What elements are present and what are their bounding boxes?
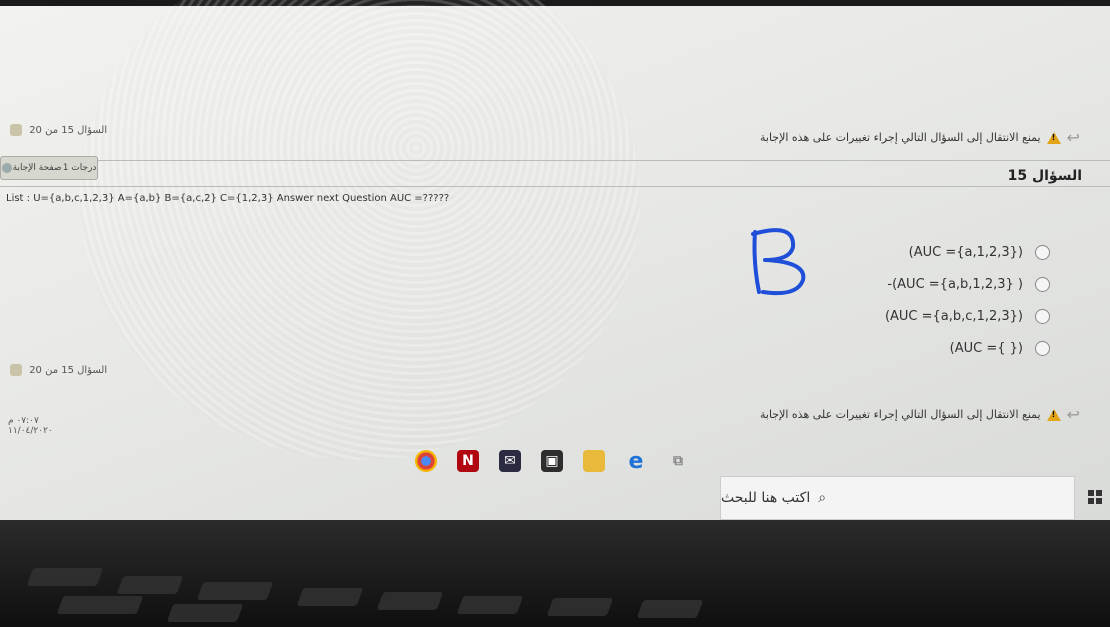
option-label: -(AUC ={a,b,1,2,3} ) [887,276,1023,292]
keyboard-key [166,604,244,622]
back-arrow-icon[interactable]: ↩ [1067,128,1080,147]
points-tab[interactable]: صفحة الإجابة 1 درجات [0,156,98,180]
keyboard-key [296,588,364,606]
warning-text: يمنع الانتقال إلى السؤال التالي إجراء تغ… [759,131,1041,144]
keyboard-key [376,592,444,610]
windows-taskbar: ٠٧:٠٧ م ١١/٠٤/٢٠٢٠ N ✉ ▣ e ⧉ ⌕ اكتب هنا … [0,416,1110,520]
warning-row-bottom: ↩ يمنع الانتقال إلى السؤال التالي إجراء … [760,405,1080,424]
screen-moire [80,0,640,460]
pager-icon [10,364,22,376]
warning-icon [1046,131,1061,144]
keyboard-key [56,596,144,614]
laptop-screen: السؤال 15 من 20 ↩ يمنع الانتقال إلى السؤ… [0,0,1110,520]
divider [0,186,1110,187]
nav-row-bottom: السؤال 15 من 20 [0,362,1110,384]
keyboard-key [116,576,184,594]
answer-option[interactable]: (AUC ={a,1,2,3}) [790,236,1050,268]
clock-date: ١١/٠٤/٢٠٢٠ [8,426,53,436]
radio-button[interactable] [1035,340,1050,356]
option-label: (AUC ={ }) [949,340,1023,356]
radio-button[interactable] [1035,308,1050,324]
pager-label: السؤال 15 من 20 [29,125,108,136]
question-text: List : U={a,b,c,1,2,3} A={a,b} B={a,c,2}… [6,193,450,204]
page-label: صفحة الإجابة [12,163,62,173]
explorer-icon[interactable] [583,450,605,472]
answer-option[interactable]: -(AUC ={a,b,1,2,3} ) [790,268,1050,300]
option-label: (AUC ={a,1,2,3}) [908,244,1023,260]
task-view-icon[interactable]: ⧉ [667,450,689,472]
answer-option[interactable]: (AUC ={ }) [790,332,1050,364]
edge-icon[interactable]: e [625,449,647,474]
pinned-apps: N ✉ ▣ e ⧉ [415,449,689,474]
mail-icon[interactable]: ✉ [499,450,521,472]
search-icon: ⌕ [818,490,827,506]
warning-icon [1046,408,1061,421]
keyboard-key [456,596,524,614]
warning-text: يمنع الانتقال إلى السؤال التالي إجراء تغ… [759,408,1041,421]
windows-start-icon[interactable] [1088,490,1102,504]
answer-options: (AUC ={a,1,2,3}) -(AUC ={a,b,1,2,3} ) (A… [790,236,1050,364]
keyboard-key [636,600,704,618]
clock-time: ٠٧:٠٧ م [8,416,39,426]
handwritten-b-annotation [751,228,806,296]
option-label: (AUC ={a,b,c,1,2,3}) [884,308,1023,324]
points-label: 1 درجات [62,163,97,173]
chrome-icon[interactable] [415,450,437,472]
question-pager-top[interactable]: السؤال 15 من 20 [10,124,107,136]
divider [0,160,1110,161]
taskbar-search[interactable]: ⌕ اكتب هنا للبحث [720,476,1075,520]
status-dot-icon [1,163,12,173]
warning-row-top: ↩ يمنع الانتقال إلى السؤال التالي إجراء … [760,128,1080,147]
store-icon[interactable]: ▣ [541,450,563,472]
question-title: السؤال 15 [1007,168,1082,184]
radio-button[interactable] [1035,276,1050,292]
keyboard-key [546,598,614,616]
answer-option[interactable]: (AUC ={a,b,c,1,2,3}) [790,300,1050,332]
pager-icon [10,124,22,136]
pager-label: السؤال 15 من 20 [29,365,108,376]
top-bezel [0,0,1110,6]
radio-button[interactable] [1035,244,1050,260]
keyboard [0,548,1110,627]
back-arrow-icon[interactable]: ↩ [1067,405,1080,424]
system-tray[interactable]: ٠٧:٠٧ م ١١/٠٤/٢٠٢٠ [8,416,53,436]
search-placeholder: اكتب هنا للبحث [721,490,811,506]
keyboard-key [196,582,274,600]
question-pager-bottom[interactable]: السؤال 15 من 20 [10,364,107,376]
netflix-icon[interactable]: N [457,450,479,472]
keyboard-key [26,568,104,586]
